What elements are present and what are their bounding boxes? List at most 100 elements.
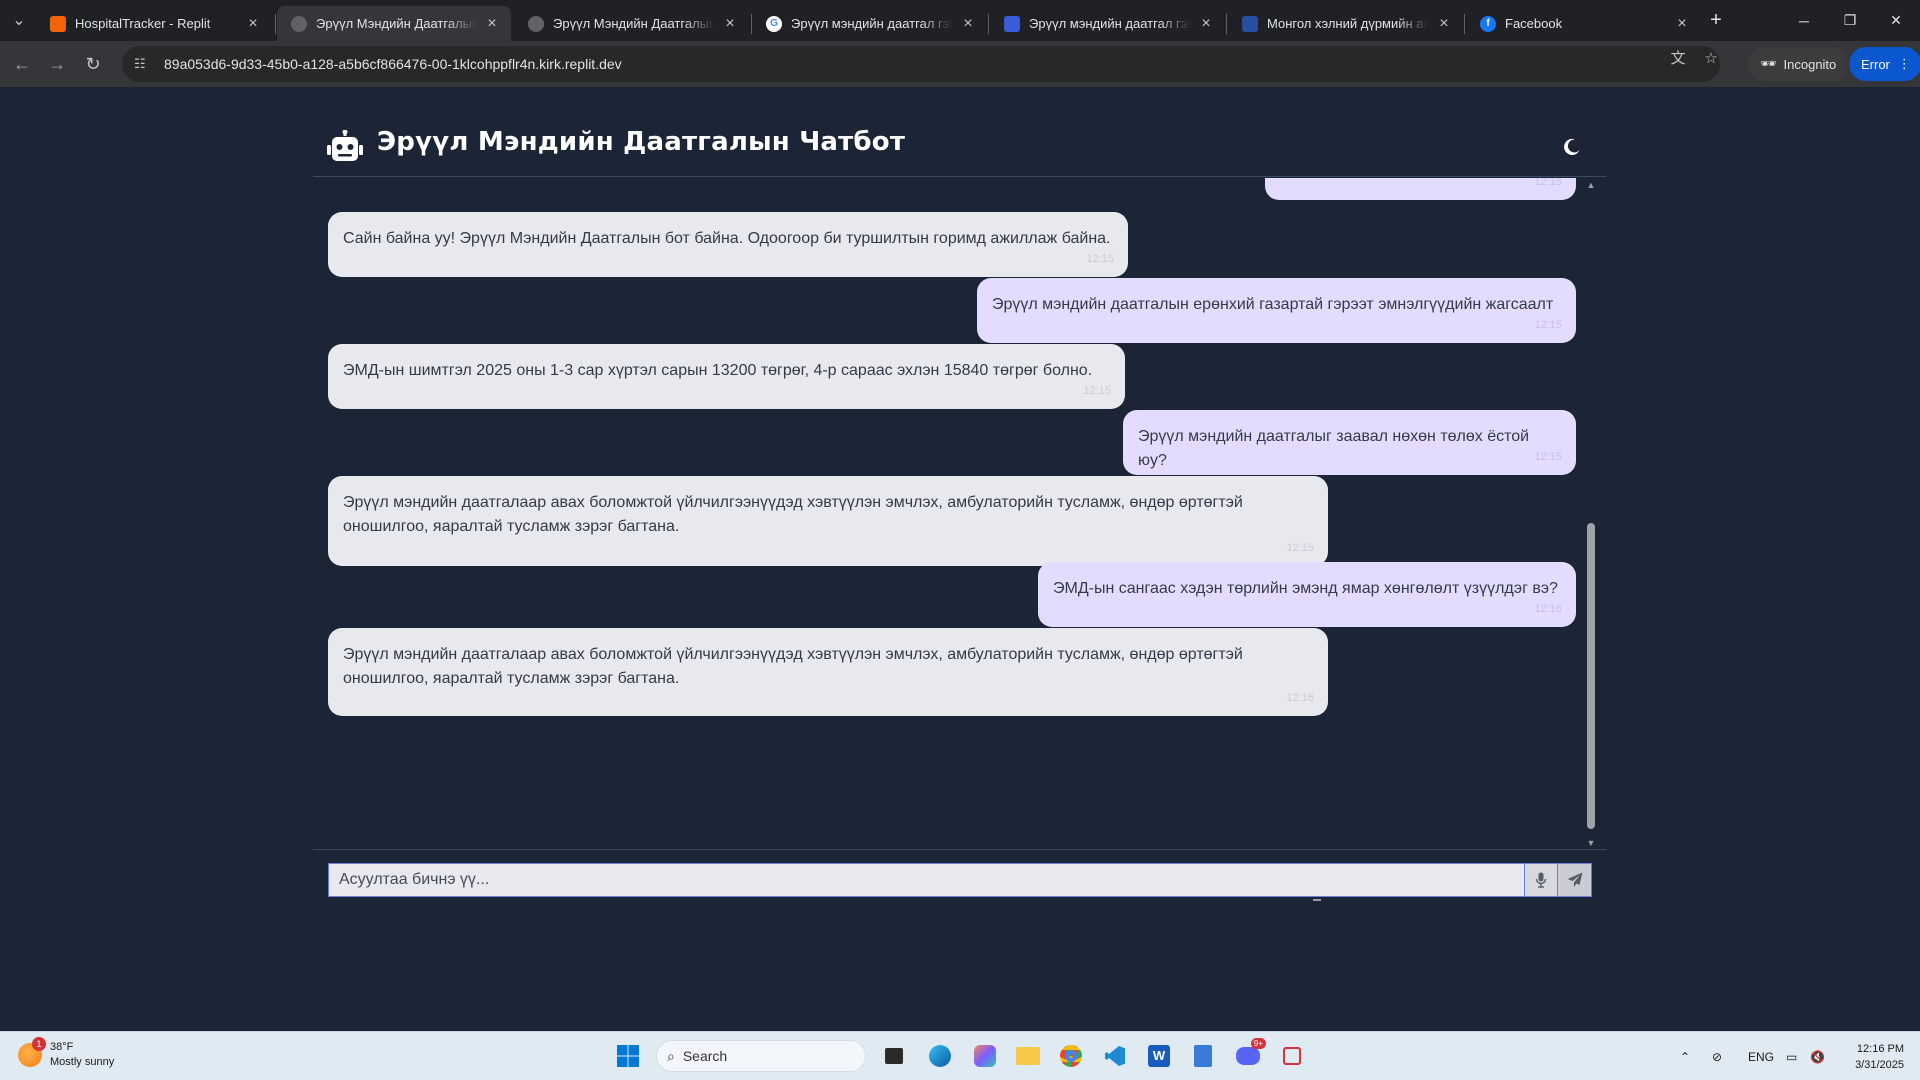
close-tab-icon[interactable]: ×	[483, 15, 501, 33]
discord-icon[interactable]: 9+	[1232, 1038, 1266, 1072]
bot-message: Сайн байна уу! Эрүүл Мэндийн Даатгалын б…	[328, 212, 1128, 277]
tab-title: Монгол хэлний дүрмийн алдаа	[1267, 16, 1429, 31]
windows-start-button[interactable]	[612, 1040, 644, 1072]
show-hidden-icons-button[interactable]: ⌃	[1680, 1032, 1690, 1080]
forward-button[interactable]: →	[45, 52, 69, 76]
weather-description: Mostly sunny	[50, 1056, 115, 1068]
windows-taskbar: 1 38°F Mostly sunny ⌕ Search W 9+ ⌃ ⊘ EN…	[0, 1031, 1920, 1080]
close-tab-icon[interactable]: ×	[244, 15, 262, 33]
address-bar[interactable]: ☷ 89a053d6-9d33-45b0-a128-a5b6cf866476-0…	[122, 46, 1720, 82]
vscode-icon[interactable]	[1099, 1040, 1131, 1072]
volume-muted-icon[interactable]: 🔇	[1810, 1032, 1825, 1080]
tab-chatbot[interactable]: Эрүүл Мэндийн Даатгалын Чатбот ×	[514, 6, 749, 41]
tab-search-2[interactable]: Эрүүл мэндийн даатгал гэж юу ×	[990, 6, 1225, 41]
browser-tab-strip: ⌄ HospitalTracker - Replit × Эрүүл Мэнди…	[0, 0, 1920, 41]
app-page: Эрүүл Мэндийн Даатгалын Чатбот 12:15 Сай…	[0, 87, 1920, 1031]
tab-facebook[interactable]: f Facebook ×	[1466, 6, 1701, 41]
site-icon	[1004, 15, 1020, 32]
system-clock[interactable]: 12:16 PM 3/31/2025	[1855, 1041, 1904, 1073]
tab-hospitaltracker[interactable]: HospitalTracker - Replit ×	[36, 6, 272, 41]
chat-container: Эрүүл Мэндийн Даатгалын Чатбот 12:15 Сай…	[313, 121, 1606, 901]
message-text: ЭМД-ын сангаас хэдэн төрлийн эмэнд ямар …	[1053, 580, 1558, 597]
incognito-indicator[interactable]: 🕶 Incognito	[1748, 47, 1849, 81]
close-window-button[interactable]: ✕	[1873, 0, 1919, 41]
tab-title: Эрүүл мэндийн даатгал гэж юу	[1029, 16, 1191, 31]
site-info-icon[interactable]: ☷	[134, 56, 154, 72]
message-time: 12:15	[1534, 178, 1562, 188]
new-tab-button[interactable]: +	[1704, 8, 1728, 32]
tab-separator	[275, 14, 276, 34]
notification-badge: 9+	[1250, 1038, 1266, 1049]
moon-icon[interactable]	[1562, 137, 1582, 157]
copilot-icon[interactable]	[969, 1040, 1001, 1072]
message-text: Эрүүл мэндийн даатгалыг заавал нөхөн төл…	[1138, 428, 1530, 469]
notification-badge: 1	[32, 1037, 46, 1051]
close-tab-icon[interactable]: ×	[1673, 15, 1691, 33]
close-tab-icon[interactable]: ×	[721, 15, 739, 33]
network-icon[interactable]: ⊘	[1712, 1032, 1722, 1080]
message-input[interactable]	[328, 863, 1524, 897]
message-input-row	[328, 863, 1592, 897]
windows-logo-icon	[617, 1045, 639, 1067]
more-vert-icon: ⋮	[1897, 56, 1911, 71]
tab-title: Эрүүл Мэндийн Даатгалын Чатбот	[316, 16, 477, 31]
snipping-tool-icon[interactable]	[1276, 1040, 1308, 1072]
restore-button[interactable]: ❐	[1827, 0, 1873, 41]
send-button[interactable]	[1558, 863, 1592, 897]
robot-icon	[327, 130, 363, 161]
message-time: 12:15	[1086, 253, 1114, 265]
message-text: Эрүүл мэндийн даатгалын ерөнхий газартай…	[992, 296, 1554, 313]
weather-widget[interactable]: 1 38°F Mostly sunny	[18, 1037, 115, 1070]
tab-search-button[interactable]: ⌄	[6, 8, 32, 32]
display-icon[interactable]: ▭	[1786, 1032, 1797, 1080]
tab-chatbot-active[interactable]: Эрүүл Мэндийн Даатгалын Чатбот ×	[277, 6, 511, 41]
notepad-icon[interactable]	[1187, 1040, 1219, 1072]
tab-google-search[interactable]: G Эрүүл мэндийн даатгал гэж юу ×	[752, 6, 987, 41]
back-button[interactable]: ←	[10, 52, 34, 76]
clock-time: 12:16 PM	[1856, 1043, 1904, 1055]
scrollbar-thumb[interactable]	[1587, 523, 1595, 829]
message-text: ЭМД-ын шимтгэл 2025 оны 1-3 сар хүртэл с…	[343, 362, 1093, 379]
globe-icon	[528, 15, 544, 32]
replit-icon	[50, 15, 66, 32]
site-icon	[1242, 15, 1258, 32]
reload-button[interactable]: ↻	[81, 52, 105, 76]
minimize-button[interactable]: ─	[1781, 0, 1827, 41]
microphone-icon	[1535, 872, 1547, 888]
close-tab-icon[interactable]: ×	[1435, 15, 1453, 33]
page-title: Эрүүл Мэндийн Даатгалын Чатбот	[377, 127, 906, 157]
word-icon[interactable]: W	[1143, 1040, 1175, 1072]
scroll-down-arrow-icon[interactable]: ▼	[1586, 838, 1596, 848]
language-indicator[interactable]: ENG	[1748, 1032, 1774, 1080]
sun-icon: 1	[18, 1037, 46, 1067]
user-message: Эрүүл мэндийн даатгалыг заавал нөхөн төл…	[1123, 410, 1576, 475]
taskbar-search[interactable]: ⌕ Search	[656, 1040, 866, 1072]
chevron-up-icon: ⌃	[1680, 1049, 1691, 1064]
voice-input-button[interactable]	[1524, 863, 1558, 897]
scroll-up-arrow-icon[interactable]: ▲	[1586, 180, 1596, 190]
edge-icon[interactable]	[924, 1040, 956, 1072]
clock-date: 3/31/2025	[1855, 1059, 1904, 1071]
tab-title: HospitalTracker - Replit	[75, 16, 211, 31]
message-time: 12:15	[1534, 319, 1562, 331]
chat-header: Эрүүл Мэндийн Даатгалын Чатбот	[313, 121, 1606, 177]
tab-separator	[988, 14, 989, 34]
facebook-icon: f	[1480, 15, 1496, 32]
send-plane-icon	[1567, 872, 1582, 887]
close-tab-icon[interactable]: ×	[959, 15, 977, 33]
message-list[interactable]: 12:15 Сайн байна уу! Эрүүл Мэндийн Даатг…	[313, 178, 1606, 850]
bookmark-star-icon[interactable]: ☆	[1702, 50, 1720, 68]
profile-error-button[interactable]: Error ⋮	[1849, 47, 1920, 81]
file-explorer-icon[interactable]	[1012, 1040, 1044, 1072]
chrome-icon[interactable]	[1055, 1040, 1087, 1072]
bot-message: Эрүүл мэндийн даатгалаар авах боломжтой …	[328, 476, 1328, 566]
bot-message: Эрүүл мэндийн даатгалаар авах боломжтой …	[328, 628, 1328, 716]
url-text: 89a053d6-9d33-45b0-a128-a5b6cf866476-00-…	[164, 56, 622, 72]
task-view-icon[interactable]	[878, 1040, 910, 1072]
tab-separator	[1464, 14, 1465, 34]
translate-icon[interactable]: 文	[1669, 50, 1687, 68]
message-scrollbar[interactable]: ▲ ▼	[1586, 180, 1596, 848]
search-label: Search	[682, 1048, 728, 1064]
close-tab-icon[interactable]: ×	[1197, 15, 1215, 33]
tab-mongolian-grammar[interactable]: Монгол хэлний дүрмийн алдаа ×	[1228, 6, 1463, 41]
